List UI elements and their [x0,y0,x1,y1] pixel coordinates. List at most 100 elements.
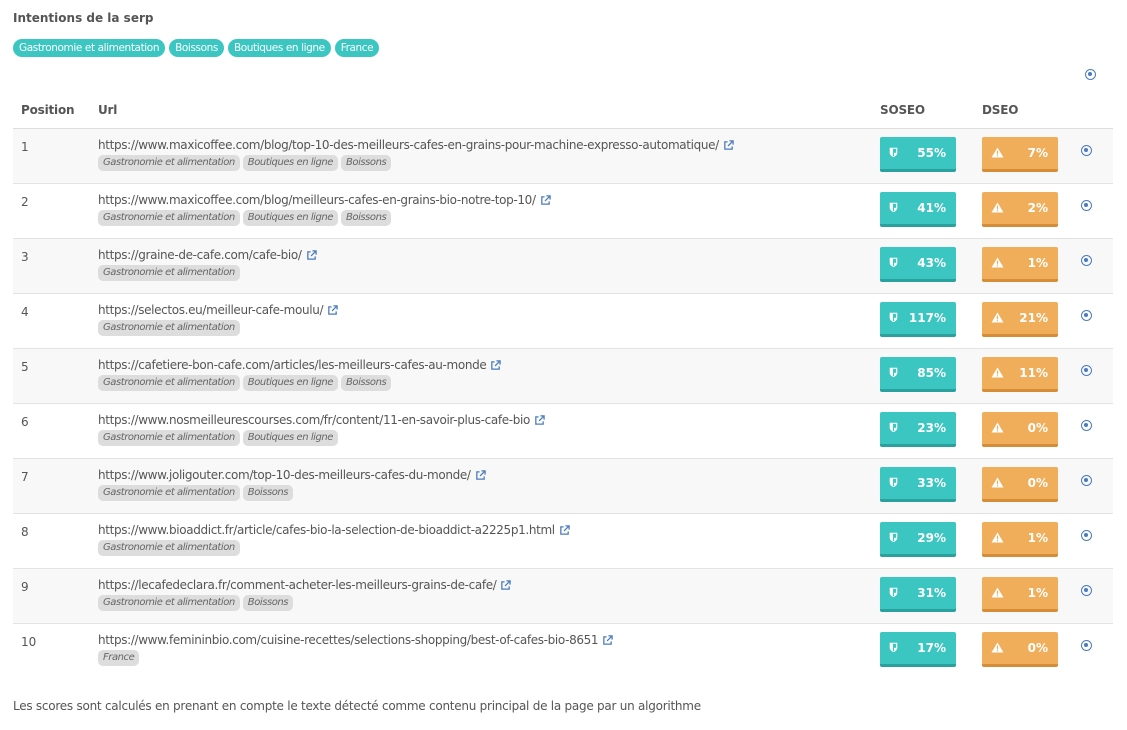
eye-icon[interactable] [1081,364,1092,376]
soseo-badge: 55% [880,136,956,172]
url-text[interactable]: https://cafetiere-bon-cafe.com/articles/… [98,358,487,372]
row-tag: Boutiques en ligne [242,154,338,171]
soseo-cell: 85% [880,348,982,404]
serp-table: Position Url SOSEO DSEO 1 https://www.ma… [13,93,1113,678]
url-link[interactable]: https://graine-de-cafe.com/cafe-bio/ [98,248,880,262]
external-link-icon[interactable] [602,634,613,645]
eye-icon[interactable] [1081,639,1092,651]
view-cell [1081,623,1113,678]
url-link[interactable]: https://cafetiere-bon-cafe.com/articles/… [98,358,880,372]
url-text[interactable]: https://www.maxicoffee.com/blog/top-10-d… [98,138,719,152]
url-link[interactable]: https://www.femininbio.com/cuisine-recet… [98,633,880,647]
position-value: 9 [21,579,29,594]
row-tags: Gastronomie et alimentation Boutiques en … [98,154,880,171]
intent-tag[interactable]: Boutiques en ligne [227,39,331,57]
soseo-value: 33% [917,475,946,490]
soseo-badge: 41% [880,191,956,227]
url-cell: https://lecafedeclara.fr/comment-acheter… [98,568,880,624]
dseo-cell: 2% [982,183,1081,239]
url-text[interactable]: https://lecafedeclara.fr/comment-acheter… [98,578,497,592]
eye-icon[interactable] [1081,474,1092,486]
url-link[interactable]: https://www.joligouter.com/top-10-des-me… [98,468,880,482]
soseo-cell: 117% [880,293,982,349]
soseo-cell: 43% [880,238,982,294]
dseo-badge: 0% [982,411,1058,447]
external-link-icon[interactable] [327,304,338,315]
eye-icon[interactable] [1081,309,1092,321]
soseo-badge: 17% [880,631,956,667]
eye-icon[interactable] [1081,584,1092,596]
url-text[interactable]: https://www.nosmeilleurescourses.com/fr/… [98,413,530,427]
url-link[interactable]: https://www.maxicoffee.com/blog/top-10-d… [98,138,880,152]
url-link[interactable]: https://www.nosmeilleurescourses.com/fr/… [98,413,880,427]
header-url: Url [98,93,880,129]
url-text[interactable]: https://graine-de-cafe.com/cafe-bio/ [98,248,302,262]
external-link-icon[interactable] [475,469,486,480]
dseo-cell: 0% [982,623,1081,678]
external-link-icon[interactable] [500,579,512,590]
url-link[interactable]: https://lecafedeclara.fr/comment-acheter… [98,578,880,592]
position-cell: 9 [13,568,98,624]
eye-icon[interactable] [1081,419,1092,431]
position-value: 7 [21,469,29,484]
intent-tag[interactable]: Gastronomie et alimentation [13,39,166,57]
position-cell: 10 [13,623,98,678]
soseo-badge: 117% [880,301,956,337]
eye-icon[interactable] [1085,69,1096,80]
url-link[interactable]: https://selectos.eu/meilleur-cafe-moulu/ [98,303,880,317]
row-tags: Gastronomie et alimentation Boutiques en … [98,429,880,446]
row-tag: Boutiques en ligne [242,209,338,226]
dseo-badge: 1% [982,246,1058,282]
row-tag: Boutiques en ligne [242,429,338,446]
position-value: 3 [21,249,29,264]
warning-icon [991,312,1004,323]
table-row: 6 https://www.nosmeilleurescourses.com/f… [13,403,1113,459]
warning-icon [991,202,1004,213]
dseo-cell: 7% [982,128,1081,184]
soseo-value: 31% [917,585,946,600]
url-text[interactable]: https://www.maxicoffee.com/blog/meilleur… [98,193,536,207]
external-link-icon[interactable] [559,524,570,535]
url-link[interactable]: https://www.maxicoffee.com/blog/meilleur… [98,193,880,207]
eye-icon[interactable] [1081,199,1092,211]
soseo-cell: 33% [880,458,982,514]
url-cell: https://www.bioaddict.fr/article/cafes-b… [98,513,880,569]
soseo-value: 17% [917,640,946,655]
url-text[interactable]: https://www.joligouter.com/top-10-des-me… [98,468,471,482]
table-header-row: Position Url SOSEO DSEO [13,93,1113,129]
position-value: 8 [21,524,29,539]
url-text[interactable]: https://www.bioaddict.fr/article/cafes-b… [98,523,555,537]
intent-tag[interactable]: France [334,39,380,57]
external-link-icon[interactable] [306,249,317,260]
dseo-cell: 11% [982,348,1081,404]
row-tag: Gastronomie et alimentation [98,374,240,391]
soseo-cell: 29% [880,513,982,569]
url-link[interactable]: https://www.bioaddict.fr/article/cafes-b… [98,523,880,537]
eye-icon[interactable] [1081,254,1092,266]
intent-tag[interactable]: Boissons [169,39,224,57]
row-tag: Boissons [341,209,392,226]
row-tag: Boissons [341,374,392,391]
table-row: 1 https://www.maxicoffee.com/blog/top-10… [13,128,1113,184]
row-tag: Gastronomie et alimentation [98,264,240,281]
dseo-value: 11% [1019,365,1048,380]
soseo-value: 43% [917,255,946,270]
dseo-cell: 1% [982,568,1081,624]
row-tags: Gastronomie et alimentation [98,264,880,281]
external-link-icon[interactable] [723,139,734,150]
external-link-icon[interactable] [490,359,502,370]
eye-icon[interactable] [1081,144,1092,156]
position-value: 6 [21,414,29,429]
eye-icon[interactable] [1081,529,1092,541]
external-link-icon[interactable] [540,194,551,205]
view-cell [1081,403,1113,459]
external-link-icon[interactable] [534,414,545,425]
warning-icon [991,257,1004,268]
url-text[interactable]: https://www.femininbio.com/cuisine-recet… [98,633,599,647]
position-cell: 8 [13,513,98,569]
url-text[interactable]: https://selectos.eu/meilleur-cafe-moulu/ [98,303,324,317]
shield-icon [889,587,898,598]
header-dseo: DSEO [982,93,1081,129]
dseo-value: 21% [1019,310,1048,325]
warning-icon [991,422,1004,433]
